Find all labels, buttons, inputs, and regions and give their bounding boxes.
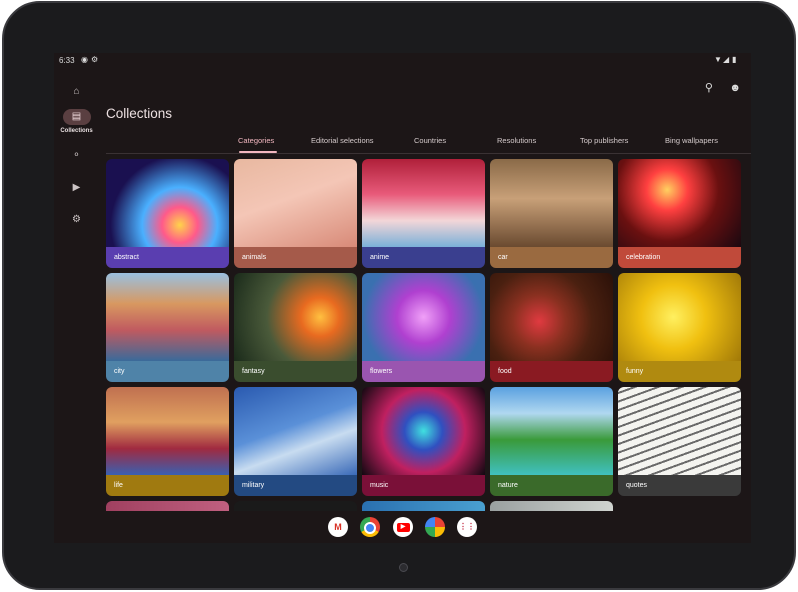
category-image bbox=[234, 387, 357, 475]
category-card-food[interactable]: food bbox=[490, 273, 613, 382]
tab-top-publishers[interactable]: Top publishers bbox=[580, 136, 628, 145]
category-image bbox=[362, 387, 485, 475]
category-card-animals[interactable]: animals bbox=[234, 159, 357, 268]
category-card-flowers[interactable]: flowers bbox=[362, 273, 485, 382]
category-label: city bbox=[106, 361, 229, 382]
category-label: life bbox=[106, 475, 229, 496]
notification-icon: ◉ bbox=[81, 55, 88, 64]
top-actions: ⚲ ☻ bbox=[693, 78, 741, 96]
tab-bing-wallpapers[interactable]: Bing wallpapers bbox=[665, 136, 718, 145]
category-card-fantasy[interactable]: fantasy bbox=[234, 273, 357, 382]
category-image bbox=[106, 387, 229, 475]
status-bar: 6:33 ◉ ⚙ ▼ ◢ ▮ bbox=[54, 53, 751, 69]
category-card-celebration[interactable]: celebration bbox=[618, 159, 741, 268]
category-card-military[interactable]: military bbox=[234, 387, 357, 496]
rail-item-video[interactable]: ▶ bbox=[54, 177, 99, 196]
gmail-icon[interactable]: M bbox=[328, 517, 348, 537]
tab-indicator bbox=[239, 151, 277, 153]
category-label: anime bbox=[362, 247, 485, 268]
navigation-rail: ⌂ ▤ Collections ⚬ ▶ ⚙ bbox=[54, 73, 99, 543]
category-image bbox=[234, 273, 357, 361]
rail-item-explore[interactable]: ⚬ bbox=[54, 145, 99, 164]
video-icon: ▶ bbox=[72, 182, 81, 193]
photos-icon[interactable] bbox=[425, 517, 445, 537]
collections-icon: ▤ bbox=[62, 109, 91, 125]
youtube-icon[interactable]: ▶ bbox=[393, 517, 413, 537]
category-card-quotes[interactable]: quotes bbox=[618, 387, 741, 496]
tab-categories[interactable]: Categories bbox=[238, 136, 274, 145]
signal-icon: ◢ bbox=[723, 55, 730, 64]
category-label: fantasy bbox=[234, 361, 357, 382]
category-tabs: Categories Editorial selections Countrie… bbox=[106, 131, 751, 154]
category-card-life[interactable]: life bbox=[106, 387, 229, 496]
home-icon: ⌂ bbox=[73, 86, 80, 97]
battery-icon: ▮ bbox=[732, 55, 737, 64]
category-image bbox=[490, 159, 613, 247]
category-card-funny[interactable]: funny bbox=[618, 273, 741, 382]
settings-status-icon: ⚙ bbox=[91, 55, 99, 64]
category-label: funny bbox=[618, 361, 741, 382]
category-image bbox=[490, 273, 613, 361]
category-label: abstract bbox=[106, 247, 229, 268]
app-dock: M ▶ ⋮⋮ bbox=[54, 511, 751, 543]
category-label: celebration bbox=[618, 247, 741, 268]
tab-countries[interactable]: Countries bbox=[414, 136, 446, 145]
category-image bbox=[106, 273, 229, 361]
settings-icon: ⚙ bbox=[72, 214, 81, 225]
category-label: quotes bbox=[618, 475, 741, 496]
category-image bbox=[618, 387, 741, 475]
rail-item-collections[interactable]: ▤ Collections bbox=[54, 106, 99, 134]
tab-editorial-selections[interactable]: Editorial selections bbox=[311, 136, 374, 145]
category-image bbox=[618, 159, 741, 247]
front-camera bbox=[399, 563, 408, 572]
search-icon[interactable]: ⚲ bbox=[705, 81, 713, 94]
category-card-car[interactable]: car bbox=[490, 159, 613, 268]
category-label: food bbox=[490, 361, 613, 382]
status-time: 6:33 bbox=[59, 56, 75, 65]
screen: 6:33 ◉ ⚙ ▼ ◢ ▮ ⌂ ▤ Collections ⚬ ▶ ⚙ Col… bbox=[54, 53, 751, 543]
rail-label-collections: Collections bbox=[60, 128, 93, 134]
account-icon[interactable]: ☻ bbox=[729, 82, 741, 94]
category-card-nature[interactable]: nature bbox=[490, 387, 613, 496]
chrome-icon[interactable] bbox=[360, 517, 380, 537]
explore-icon: ⚬ bbox=[72, 150, 81, 161]
wifi-icon: ▼ bbox=[714, 55, 722, 64]
category-card-anime[interactable]: anime bbox=[362, 159, 485, 268]
category-label: car bbox=[490, 247, 613, 268]
category-image bbox=[106, 159, 229, 247]
category-image bbox=[618, 273, 741, 361]
category-label: military bbox=[234, 475, 357, 496]
tab-resolutions[interactable]: Resolutions bbox=[497, 136, 536, 145]
rail-item-home[interactable]: ⌂ bbox=[54, 81, 99, 100]
rail-item-settings[interactable]: ⚙ bbox=[54, 209, 99, 228]
category-image bbox=[234, 159, 357, 247]
page-title: Collections bbox=[106, 106, 173, 121]
category-card-city[interactable]: city bbox=[106, 273, 229, 382]
category-label: nature bbox=[490, 475, 613, 496]
category-card-music[interactable]: music bbox=[362, 387, 485, 496]
category-image bbox=[362, 159, 485, 247]
tablet-frame: 6:33 ◉ ⚙ ▼ ◢ ▮ ⌂ ▤ Collections ⚬ ▶ ⚙ Col… bbox=[2, 1, 796, 590]
category-label: music bbox=[362, 475, 485, 496]
category-image bbox=[362, 273, 485, 361]
category-label: flowers bbox=[362, 361, 485, 382]
category-card-abstract[interactable]: abstract bbox=[106, 159, 229, 268]
category-label: animals bbox=[234, 247, 357, 268]
apps-grid-icon[interactable]: ⋮⋮ bbox=[457, 517, 477, 537]
category-image bbox=[490, 387, 613, 475]
